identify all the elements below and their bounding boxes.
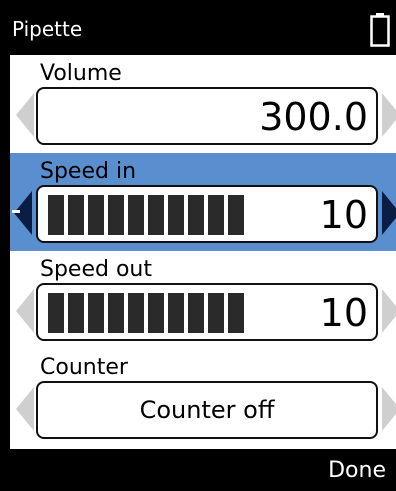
volume-value: 300.0 (259, 95, 368, 139)
volume-increase-arrow-icon[interactable] (382, 93, 396, 137)
speed-out-value: 10 (319, 291, 368, 335)
speed-out-increase-arrow-icon[interactable] (382, 289, 396, 333)
speed-in-decrease-arrow-icon[interactable] (14, 191, 32, 235)
level-bar-segment (68, 293, 84, 333)
level-bar-segment (88, 293, 104, 333)
speed-out-row[interactable]: Speed out 10 (10, 251, 396, 349)
speed-out-decrease-arrow-icon[interactable] (16, 289, 34, 333)
counter-row[interactable]: Counter Counter off (10, 349, 396, 449)
level-bar-segment (68, 195, 84, 235)
title-bar: Pipette (0, 0, 396, 55)
level-bar-segment (188, 195, 204, 235)
volume-field[interactable]: 300.0 (36, 87, 378, 145)
level-bar-segment (208, 293, 224, 333)
bottom-bar: Done (0, 449, 396, 491)
pipette-screen: Pipette Volume 300.0 Speed in 10 Speed o… (0, 0, 396, 491)
volume-row[interactable]: Volume 300.0 (10, 55, 396, 153)
level-bar-segment (228, 195, 244, 235)
level-bar-segment (88, 195, 104, 235)
app-title: Pipette (12, 17, 83, 41)
speed-in-row[interactable]: Speed in 10 (10, 153, 396, 251)
speed-in-value: 10 (319, 193, 368, 237)
battery-icon (370, 13, 390, 47)
level-bar-segment (128, 293, 144, 333)
speed-in-level-bars (48, 195, 244, 235)
counter-decrease-arrow-icon[interactable] (16, 387, 34, 431)
level-bar-segment (168, 293, 184, 333)
level-bar-segment (228, 293, 244, 333)
level-bar-segment (128, 195, 144, 235)
minus-icon (12, 210, 20, 213)
counter-value: Counter off (139, 396, 275, 424)
counter-label: Counter (40, 355, 128, 380)
level-bar-segment (208, 195, 224, 235)
level-bar-segment (148, 195, 164, 235)
done-button[interactable]: Done (328, 458, 386, 484)
counter-increase-arrow-icon[interactable] (382, 387, 396, 431)
level-bar-segment (48, 195, 64, 235)
level-bar-segment (168, 195, 184, 235)
level-bar-segment (188, 293, 204, 333)
volume-label: Volume (40, 61, 122, 86)
level-bar-segment (108, 293, 124, 333)
speed-out-field[interactable]: 10 (36, 283, 378, 341)
speed-out-level-bars (48, 293, 244, 333)
speed-in-increase-arrow-icon[interactable] (382, 191, 396, 235)
volume-decrease-arrow-icon[interactable] (16, 93, 34, 137)
speed-in-field[interactable]: 10 (36, 185, 378, 243)
level-bar-segment (108, 195, 124, 235)
speed-in-label: Speed in (40, 159, 137, 184)
level-bar-segment (48, 293, 64, 333)
level-bar-segment (148, 293, 164, 333)
speed-out-label: Speed out (40, 257, 152, 282)
counter-field[interactable]: Counter off (36, 381, 378, 439)
